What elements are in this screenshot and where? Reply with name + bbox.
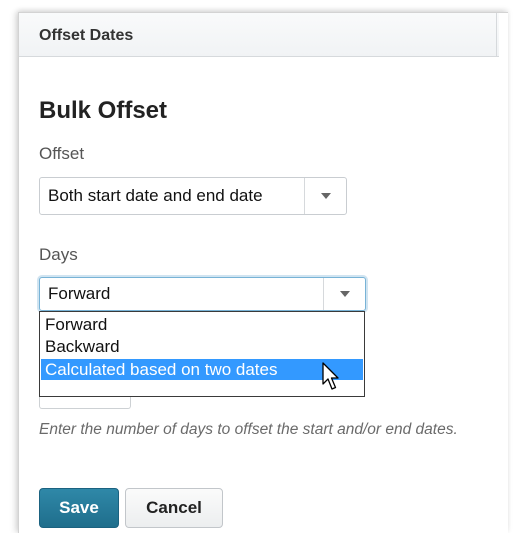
chevron-down-icon xyxy=(339,291,350,297)
panel-title: Offset Dates xyxy=(39,27,134,44)
offset-select-value: Both start date and end date xyxy=(48,186,263,205)
offset-dropdown-toggle[interactable] xyxy=(304,178,346,214)
header-divider xyxy=(496,13,497,57)
days-dropdown-list: Forward Backward Calculated based on two… xyxy=(39,311,365,397)
save-button[interactable]: Save xyxy=(39,488,119,528)
days-label: Days xyxy=(39,245,78,264)
days-dropdown-toggle[interactable] xyxy=(323,278,365,310)
chevron-down-icon xyxy=(320,193,331,199)
days-select-value: Forward xyxy=(48,284,111,303)
cancel-button[interactable]: Cancel xyxy=(125,488,223,528)
offset-dates-panel: Offset Dates Bulk Offset Offset Both sta… xyxy=(18,12,508,533)
mouse-pointer-icon xyxy=(322,362,339,390)
page-title: Bulk Offset xyxy=(39,97,168,124)
panel-header: Offset Dates xyxy=(19,13,499,57)
days-option-backward[interactable]: Backward xyxy=(41,336,363,357)
offset-select[interactable]: Both start date and end date xyxy=(39,177,347,215)
days-select[interactable]: Forward xyxy=(39,277,366,311)
offset-label: Offset xyxy=(39,144,85,163)
days-option-forward[interactable]: Forward xyxy=(41,314,363,335)
days-option-calculated[interactable]: Calculated based on two dates xyxy=(41,359,363,380)
days-hint-text: Enter the number of days to offset the s… xyxy=(39,421,458,438)
